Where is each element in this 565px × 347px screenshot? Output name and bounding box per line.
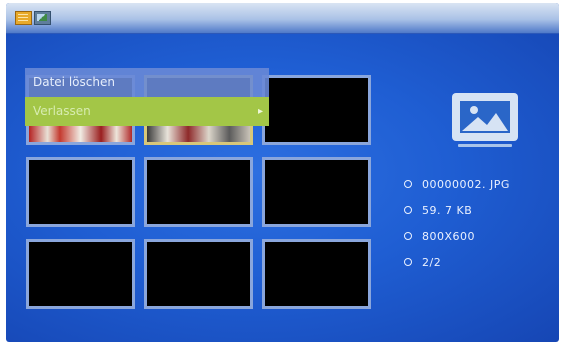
folder-icon[interactable]	[15, 11, 32, 25]
thumbnail-6[interactable]	[262, 157, 371, 227]
menu-item-label: Datei löschen	[33, 75, 115, 89]
thumbnail-5[interactable]	[144, 157, 253, 227]
file-size-row: 59. 7 KB	[404, 204, 472, 217]
menu-item-exit[interactable]: Verlassen ▸	[25, 97, 269, 126]
thumbnail-3[interactable]	[262, 75, 371, 145]
thumbnail-8[interactable]	[144, 239, 253, 309]
image-resolution: 800X600	[422, 230, 476, 243]
image-position: 2/2	[422, 256, 442, 269]
bullet-icon	[404, 180, 412, 188]
thumbnail-9[interactable]	[262, 239, 371, 309]
photo-icon[interactable]	[34, 11, 51, 25]
photo-browser-screen: Datei löschen Verlassen ▸ 00000002. JPG …	[6, 3, 559, 342]
image-placeholder-icon	[452, 93, 518, 141]
file-name: 00000002. JPG	[422, 178, 510, 191]
position-row: 2/2	[404, 256, 441, 269]
bullet-icon	[404, 232, 412, 240]
file-size: 59. 7 KB	[422, 204, 473, 217]
thumbnail-7[interactable]	[26, 239, 135, 309]
preview-divider	[458, 144, 512, 147]
menu-item-label: Verlassen	[33, 104, 91, 118]
thumbnail-4[interactable]	[26, 157, 135, 227]
menu-item-delete-file[interactable]: Datei löschen	[25, 68, 269, 97]
resolution-row: 800X600	[404, 230, 475, 243]
chevron-right-icon: ▸	[257, 106, 263, 117]
bullet-icon	[404, 258, 412, 266]
context-menu: Datei löschen Verlassen ▸	[25, 68, 269, 126]
file-name-row: 00000002. JPG	[404, 178, 510, 191]
bullet-icon	[404, 206, 412, 214]
top-bar	[6, 3, 559, 34]
